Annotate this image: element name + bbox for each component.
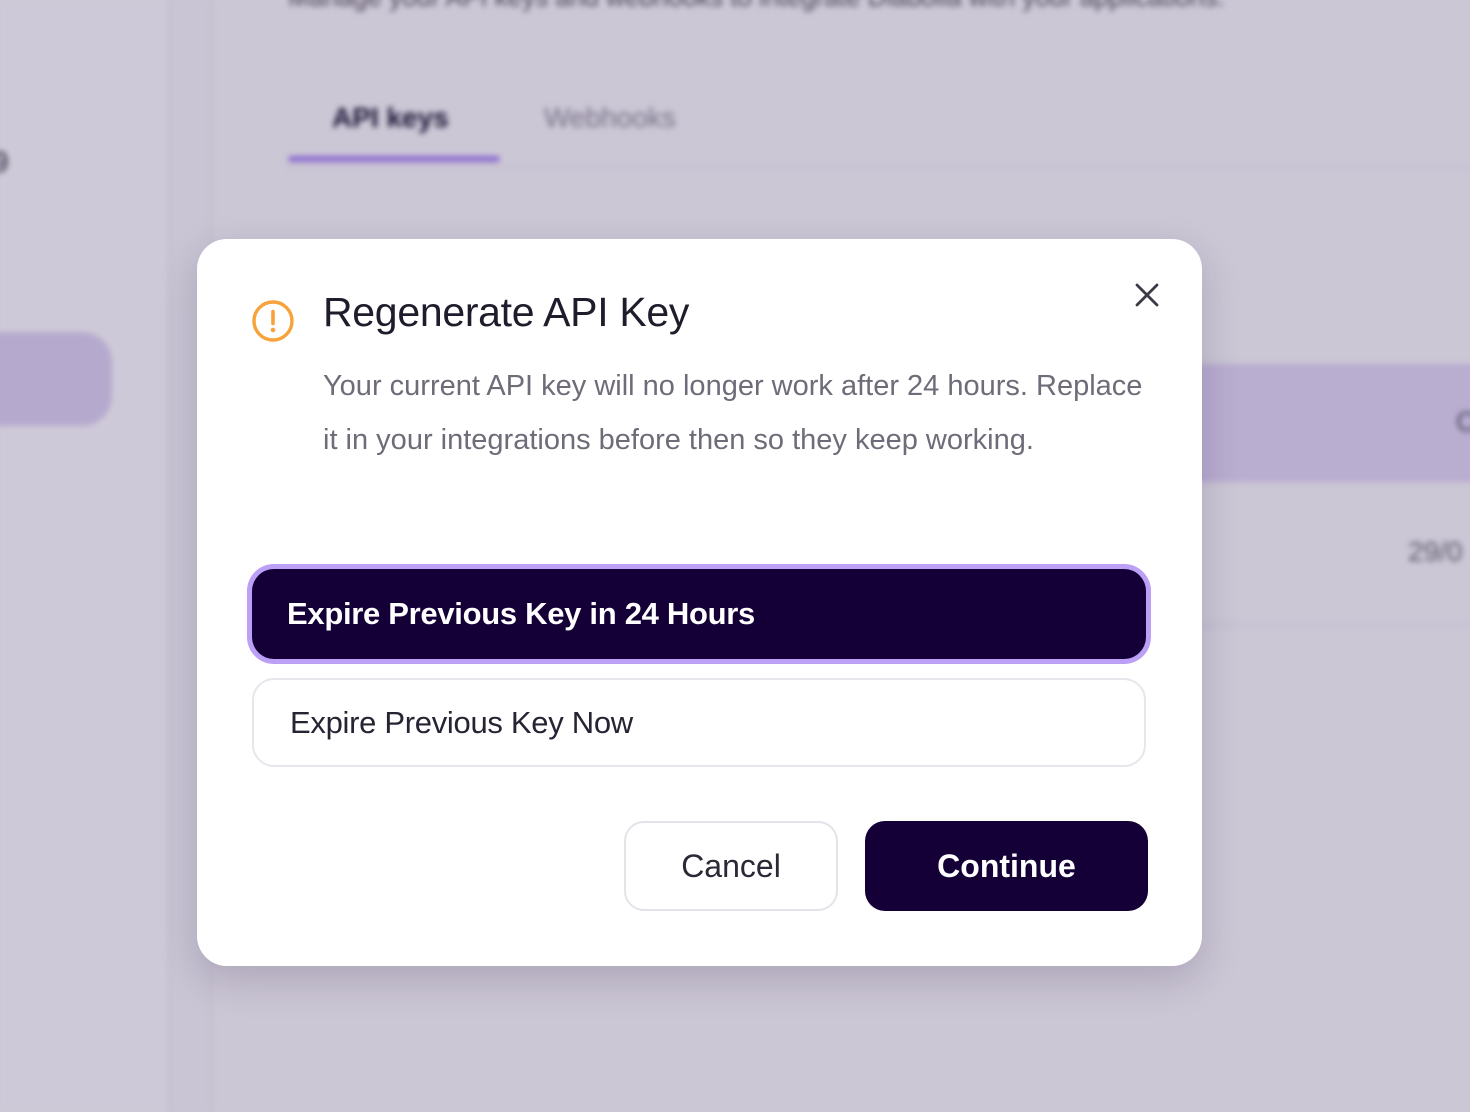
option-label: Expire Previous Key Now [290, 704, 633, 740]
continue-button[interactable]: Continue [865, 821, 1148, 911]
option-expire-24-hours[interactable]: Expire Previous Key in 24 Hours [252, 569, 1146, 659]
dialog-title: Regenerate API Key [323, 289, 690, 335]
close-icon[interactable] [1127, 275, 1167, 315]
warning-circle-icon [252, 300, 294, 342]
regenerate-api-key-dialog: Regenerate API Key Your current API key … [197, 239, 1202, 966]
option-label: Expire Previous Key in 24 Hours [287, 596, 755, 631]
dialog-description: Your current API key will no longer work… [323, 370, 1143, 456]
cancel-button[interactable]: Cancel [624, 821, 838, 911]
option-expire-now[interactable]: Expire Previous Key Now [252, 678, 1146, 767]
